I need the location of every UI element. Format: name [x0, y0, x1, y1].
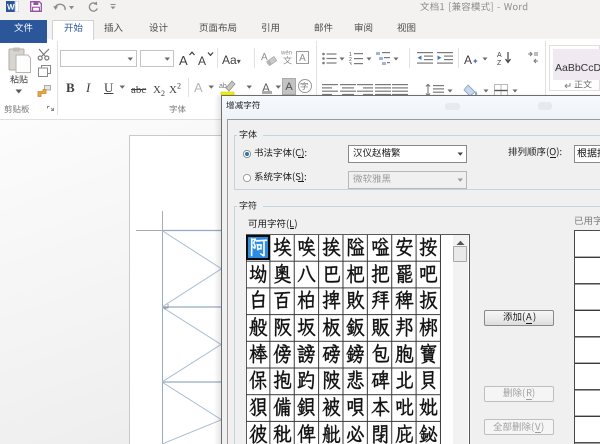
svg-text:A: A [198, 54, 206, 68]
svg-text:A: A [179, 53, 188, 68]
svg-text:3: 3 [349, 62, 352, 65]
svg-text:Z: Z [497, 60, 502, 66]
svg-text:ab: ab [219, 83, 227, 90]
svg-text:A: A [497, 52, 502, 59]
